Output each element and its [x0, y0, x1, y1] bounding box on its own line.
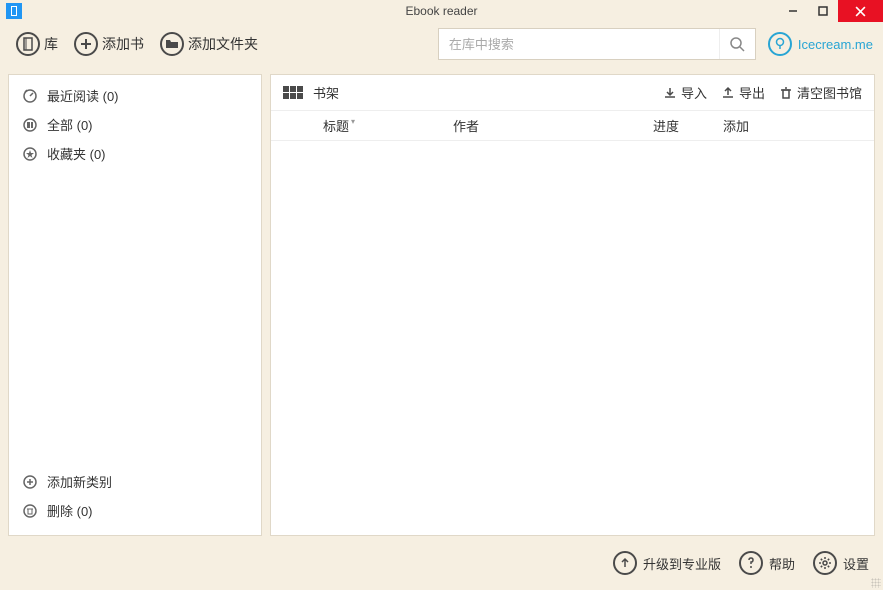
import-label: 导入 [681, 83, 707, 102]
column-title[interactable]: 标题 ▾ [323, 116, 453, 135]
sidebar-item-label: 收藏夹 (0) [47, 144, 106, 163]
sidebar-item-all[interactable]: 全部 (0) [9, 110, 261, 139]
trash-circle-icon [21, 502, 39, 520]
main-panel: 书架 导入 导出 清空图书馆 标题 ▾ 作者 [270, 74, 875, 536]
sidebar-item-label: 删除 (0) [47, 501, 93, 520]
folder-icon [160, 32, 184, 56]
recent-icon [21, 87, 39, 105]
trash-icon [779, 86, 793, 100]
clear-library-button[interactable]: 清空图书馆 [779, 83, 862, 102]
brand-link[interactable]: Icecream.me [768, 32, 873, 56]
column-progress[interactable]: 进度 [653, 116, 723, 135]
search-icon [729, 36, 745, 52]
clear-label: 清空图书馆 [797, 83, 862, 102]
help-label: 帮助 [769, 554, 795, 573]
import-icon [663, 86, 677, 100]
export-button[interactable]: 导出 [721, 83, 765, 102]
book-icon [16, 32, 40, 56]
bulb-icon [768, 32, 792, 56]
help-icon [739, 551, 763, 575]
search-box [438, 28, 756, 60]
export-label: 导出 [739, 83, 765, 102]
export-icon [721, 86, 735, 100]
column-headers: 标题 ▾ 作者 进度 添加 [271, 111, 874, 141]
sidebar-item-label: 最近阅读 (0) [47, 86, 119, 105]
sidebar-item-recent[interactable]: 最近阅读 (0) [9, 81, 261, 110]
window-controls [778, 0, 883, 22]
main-header: 书架 导入 导出 清空图书馆 [271, 75, 874, 111]
sort-indicator-icon: ▾ [351, 117, 355, 126]
column-added[interactable]: 添加 [723, 116, 749, 135]
library-button[interactable]: 库 [10, 30, 64, 58]
upgrade-button[interactable]: 升级到专业版 [613, 551, 721, 575]
gear-icon [813, 551, 837, 575]
library-label: 库 [44, 34, 58, 54]
sidebar-item-favorites[interactable]: 收藏夹 (0) [9, 139, 261, 168]
sidebar-add-category[interactable]: 添加新类别 [9, 467, 261, 496]
brand-label: Icecream.me [798, 37, 873, 52]
add-book-button[interactable]: 添加书 [68, 30, 150, 58]
sidebar-delete[interactable]: 删除 (0) [9, 496, 261, 525]
footer: 升级到专业版 帮助 设置 [0, 544, 883, 582]
plus-icon [74, 32, 98, 56]
sidebar-item-label: 添加新类别 [47, 472, 112, 491]
minimize-button[interactable] [778, 0, 808, 22]
grid-view-icon[interactable] [283, 86, 303, 100]
settings-label: 设置 [843, 554, 869, 573]
star-icon [21, 145, 39, 163]
sidebar: 最近阅读 (0) 全部 (0) 收藏夹 (0) 添加新类别 [8, 74, 262, 536]
plus-circle-icon [21, 473, 39, 491]
upgrade-icon [613, 551, 637, 575]
titlebar: Ebook reader [0, 0, 883, 22]
books-icon [21, 116, 39, 134]
add-folder-label: 添加文件夹 [188, 34, 258, 54]
close-button[interactable] [838, 0, 883, 22]
window-title: Ebook reader [405, 4, 477, 18]
column-author[interactable]: 作者 [453, 116, 653, 135]
help-button[interactable]: 帮助 [739, 551, 795, 575]
upgrade-label: 升级到专业版 [643, 554, 721, 573]
settings-button[interactable]: 设置 [813, 551, 869, 575]
sidebar-item-label: 全部 (0) [47, 115, 93, 134]
maximize-button[interactable] [808, 0, 838, 22]
import-button[interactable]: 导入 [663, 83, 707, 102]
search-button[interactable] [719, 29, 755, 59]
app-icon [6, 3, 22, 19]
resize-grip[interactable] [871, 578, 881, 588]
search-input[interactable] [439, 37, 719, 52]
toolbar: 库 添加书 添加文件夹 Icecream.me [0, 22, 883, 66]
book-list [271, 141, 874, 535]
content: 最近阅读 (0) 全部 (0) 收藏夹 (0) 添加新类别 [0, 66, 883, 544]
add-folder-button[interactable]: 添加文件夹 [154, 30, 264, 58]
add-book-label: 添加书 [102, 34, 144, 54]
shelf-label: 书架 [313, 83, 339, 102]
